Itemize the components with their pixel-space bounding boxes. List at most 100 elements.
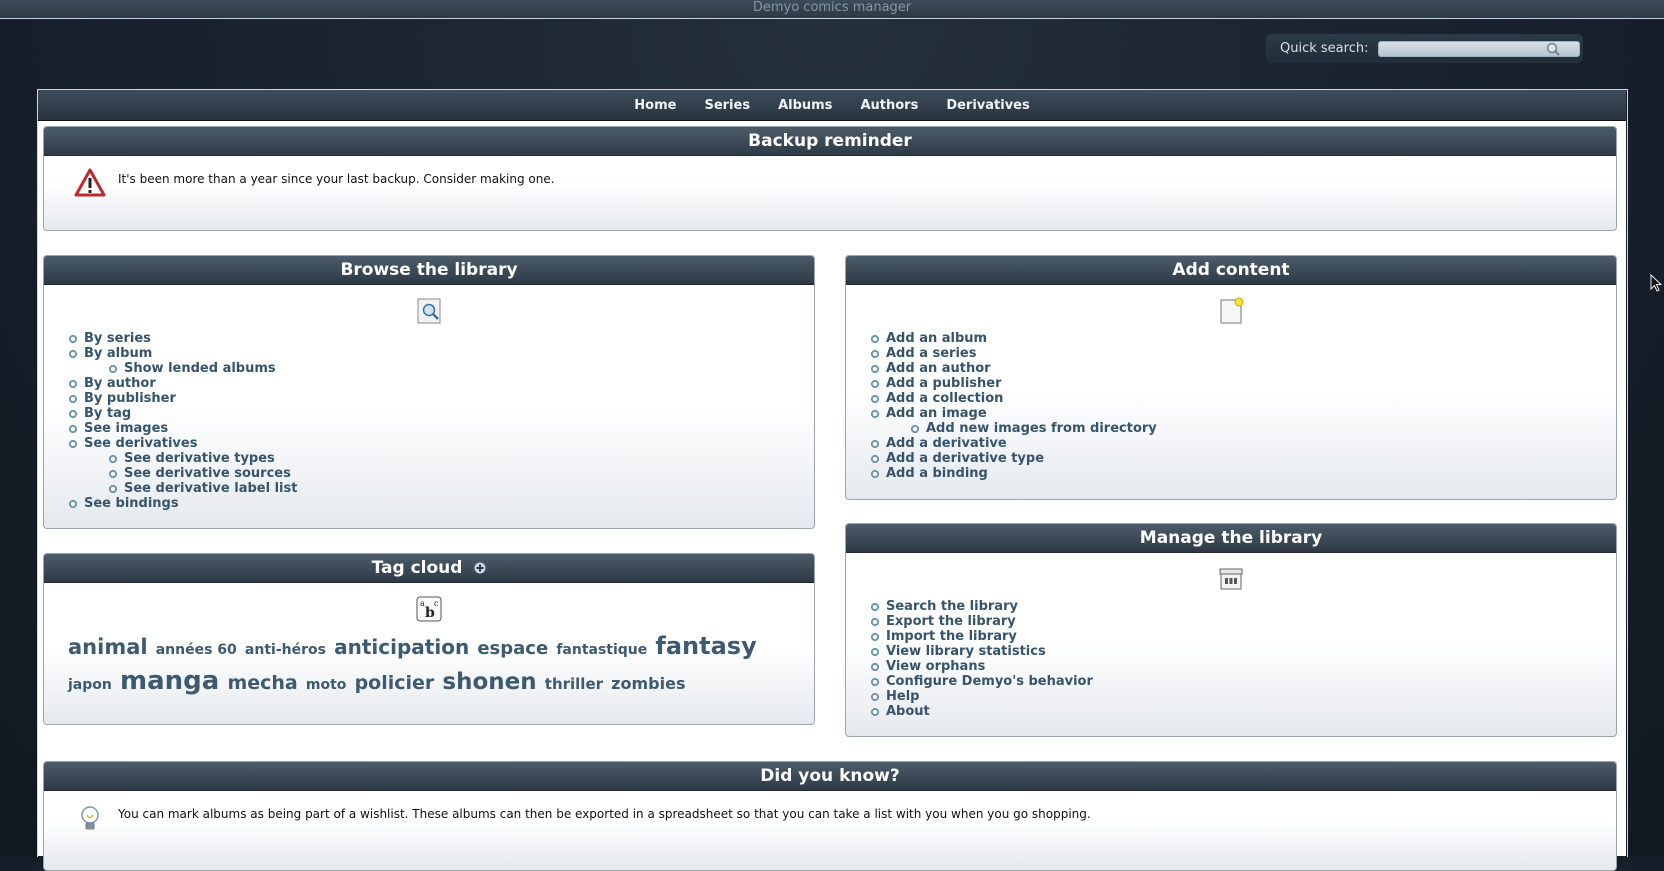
magnifier-icon: [417, 298, 441, 324]
view-orphans-link[interactable]: View orphans: [886, 659, 985, 674]
show-lended-albums-link[interactable]: Show lended albums: [124, 361, 276, 376]
add-series-link[interactable]: Add a series: [886, 346, 976, 361]
import-library-link[interactable]: Import the library: [886, 629, 1017, 644]
library-statistics-link[interactable]: View library statistics: [886, 644, 1046, 659]
list-item: See derivatives See derivative types See…: [69, 436, 814, 496]
expand-icon[interactable]: [474, 562, 486, 574]
browse-by-series-link[interactable]: By series: [84, 331, 151, 346]
list-item: See bindings: [69, 496, 814, 511]
list-item: By tag: [69, 406, 814, 421]
tag-link[interactable]: japon: [68, 677, 112, 693]
list-item: Add a derivative: [871, 436, 1616, 451]
tag-link[interactable]: fantasy: [655, 632, 756, 660]
mouse-cursor-icon: [1650, 274, 1662, 292]
list-item: Help: [871, 689, 1616, 704]
see-bindings-link[interactable]: See bindings: [84, 496, 179, 511]
backup-reminder-panel: Backup reminder It's been more than a ye…: [43, 126, 1617, 231]
tag-link[interactable]: mecha: [227, 672, 297, 694]
add-images-from-directory-link[interactable]: Add new images from directory: [926, 421, 1157, 436]
manage-library-title: Manage the library: [846, 524, 1616, 553]
backup-reminder-message: It's been more than a year since your la…: [118, 172, 555, 186]
list-item: Show lended albums: [109, 361, 814, 376]
tag-cloud-title: Tag cloud: [371, 558, 463, 578]
add-publisher-link[interactable]: Add a publisher: [886, 376, 1002, 391]
tag-link[interactable]: moto: [306, 677, 347, 693]
list-item: Add a series: [871, 346, 1616, 361]
tag-link[interactable]: fantastique: [556, 642, 647, 658]
browse-by-tag-link[interactable]: By tag: [84, 406, 131, 421]
browse-by-album-link[interactable]: By album: [84, 346, 152, 361]
tag-link[interactable]: années 60: [156, 642, 237, 658]
browse-library-panel: Browse the library By series By album Sh…: [43, 255, 815, 529]
list-item: View orphans: [871, 659, 1616, 674]
window-title: Demyo comics manager: [0, 0, 1664, 19]
tag-link[interactable]: zombies: [611, 674, 685, 693]
list-item: By publisher: [69, 391, 814, 406]
list-item: Add a binding: [871, 466, 1616, 481]
add-collection-link[interactable]: Add a collection: [886, 391, 1003, 406]
list-item: See derivative label list: [109, 481, 814, 496]
main-nav: Home Series Albums Authors Derivatives: [38, 90, 1626, 121]
nav-albums[interactable]: Albums: [764, 98, 846, 113]
add-album-link[interactable]: Add an album: [886, 331, 987, 346]
warning-icon: [74, 168, 106, 197]
export-library-link[interactable]: Export the library: [886, 614, 1016, 629]
list-item: Add an author: [871, 361, 1616, 376]
list-item: Import the library: [871, 629, 1616, 644]
list-item: See images: [69, 421, 814, 436]
tag-cloud: animal années 60 anti-héros anticipation…: [44, 629, 814, 701]
add-author-link[interactable]: Add an author: [886, 361, 991, 376]
add-derivative-link[interactable]: Add a derivative: [886, 436, 1007, 451]
did-you-know-title: Did you know?: [44, 762, 1616, 791]
nav-home[interactable]: Home: [620, 98, 690, 113]
list-item: By album Show lended albums: [69, 346, 814, 376]
about-link[interactable]: About: [886, 704, 930, 719]
tag-cloud-panel: Tag cloud a b c animal années 60 anti-hé…: [43, 553, 815, 725]
add-content-title: Add content: [846, 256, 1616, 285]
nav-derivatives[interactable]: Derivatives: [932, 98, 1043, 113]
tag-link[interactable]: anti-héros: [245, 642, 326, 658]
see-derivative-types-link[interactable]: See derivative types: [124, 451, 275, 466]
nav-series[interactable]: Series: [690, 98, 764, 113]
tag-link[interactable]: thriller: [545, 675, 603, 693]
tag-link[interactable]: animal: [68, 635, 148, 659]
quick-search: Quick search:: [1266, 34, 1583, 63]
see-derivative-sources-link[interactable]: See derivative sources: [124, 466, 291, 481]
help-link[interactable]: Help: [886, 689, 919, 704]
did-you-know-message: You can mark albums as being part of a w…: [118, 807, 1091, 821]
quick-search-label: Quick search:: [1280, 41, 1369, 56]
see-derivative-label-list-link[interactable]: See derivative label list: [124, 481, 297, 496]
browse-by-publisher-link[interactable]: By publisher: [84, 391, 176, 406]
add-derivative-type-link[interactable]: Add a derivative type: [886, 451, 1044, 466]
lightbulb-icon: [81, 806, 99, 830]
see-derivatives-link[interactable]: See derivatives: [84, 436, 197, 451]
configure-link[interactable]: Configure Demyo's behavior: [886, 674, 1093, 689]
list-item: Add an album: [871, 331, 1616, 346]
svg-text:c: c: [434, 599, 439, 608]
list-item: About: [871, 704, 1616, 719]
manage-library-panel: Manage the library Search the library Ex…: [845, 523, 1617, 737]
search-library-link[interactable]: Search the library: [886, 599, 1018, 614]
nav-authors[interactable]: Authors: [846, 98, 932, 113]
list-item: Add an image Add new images from directo…: [871, 406, 1616, 436]
list-item: View library statistics: [871, 644, 1616, 659]
main-content: Backup reminder It's been more than a ye…: [38, 121, 1626, 871]
browse-library-title: Browse the library: [44, 256, 814, 285]
tag-link[interactable]: policier: [355, 672, 435, 694]
tag-link[interactable]: manga: [120, 666, 219, 696]
list-item: Search the library: [871, 599, 1616, 614]
tag-link[interactable]: shonen: [442, 669, 536, 695]
add-image-link[interactable]: Add an image: [886, 406, 987, 421]
add-content-panel: Add content Add an album Add a series Ad…: [845, 255, 1617, 500]
add-binding-link[interactable]: Add a binding: [886, 466, 988, 481]
list-item: Add a derivative type: [871, 451, 1616, 466]
search-icon[interactable]: [1545, 41, 1561, 57]
list-item: Add a collection: [871, 391, 1616, 406]
new-document-icon: [1220, 297, 1244, 324]
did-you-know-panel: Did you know? You can mark albums as bei…: [43, 761, 1617, 871]
tag-link[interactable]: espace: [477, 638, 548, 659]
browse-by-author-link[interactable]: By author: [84, 376, 156, 391]
tag-link[interactable]: anticipation: [334, 635, 469, 659]
list-item: Configure Demyo's behavior: [871, 674, 1616, 689]
see-images-link[interactable]: See images: [84, 421, 168, 436]
